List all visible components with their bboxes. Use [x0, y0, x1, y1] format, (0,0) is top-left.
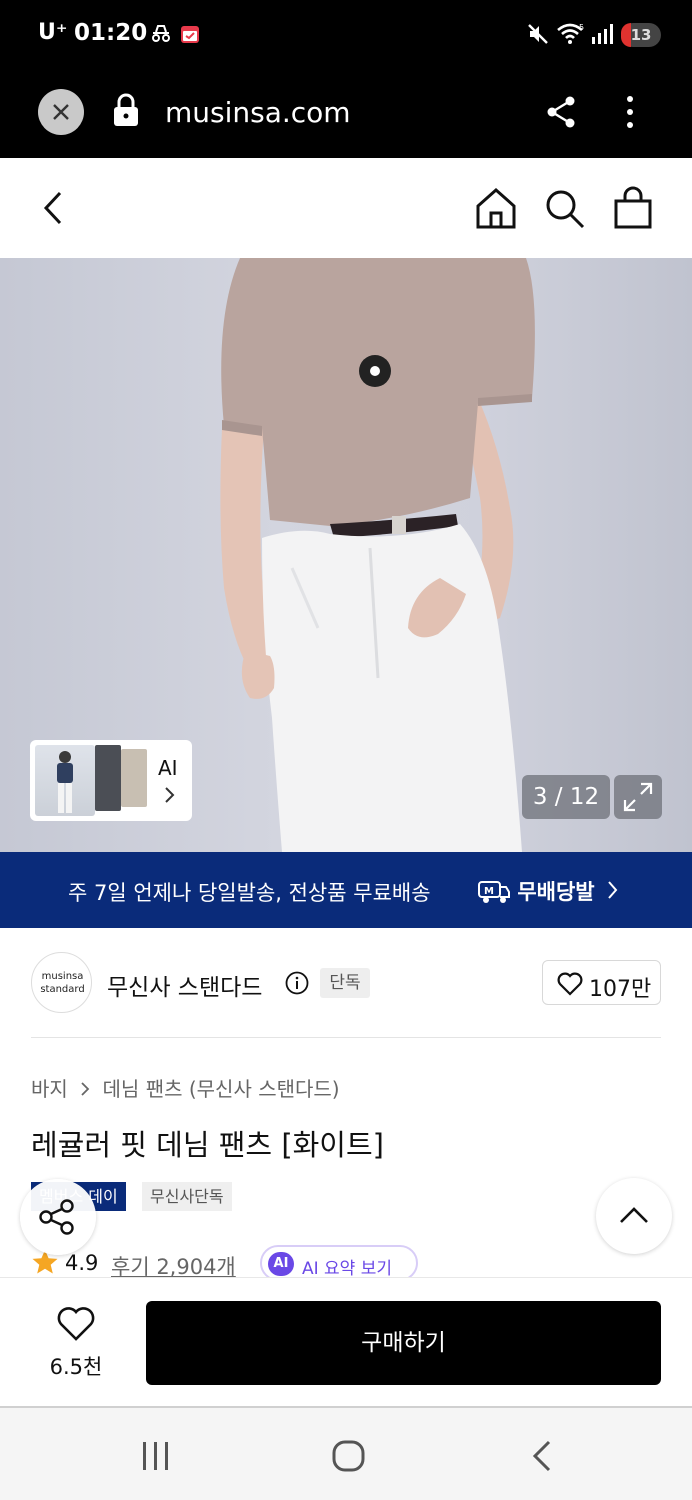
breadcrumb-item[interactable]: 바지 [31, 1077, 68, 1101]
svg-text:M: M [484, 886, 494, 897]
svg-text:5: 5 [579, 23, 584, 32]
scroll-to-top-button[interactable] [596, 1178, 672, 1254]
styling-thumbnail [121, 749, 147, 807]
ai-summary-label: AI 요약 보기 [302, 1259, 393, 1279]
search-icon[interactable] [544, 188, 586, 234]
delivery-banner[interactable]: 주 7일 언제나 당일발송, 전상품 무료배송 M 무배당발 [0, 852, 692, 928]
brand-logo[interactable]: musinsa standard [31, 952, 92, 1013]
app-header [0, 158, 692, 258]
ai-label: AI [158, 756, 178, 780]
banner-logo: M 무배당발 [478, 876, 595, 906]
browser-url-bar: musinsa.com [0, 70, 692, 158]
exclusive-tag: 무신사단독 [142, 1182, 232, 1211]
chevron-right-icon [80, 1077, 96, 1101]
carrier-label: U⁺ [38, 20, 68, 45]
lock-icon [112, 92, 140, 132]
styling-thumbnail [95, 745, 121, 811]
brand-logo-line2: standard [40, 984, 85, 995]
battery-level: 13 [630, 26, 652, 44]
purchase-bar: 6.5천 구매하기 [0, 1277, 692, 1406]
recent-apps-icon[interactable] [141, 1440, 171, 1476]
home-nav-icon[interactable] [332, 1440, 366, 1476]
close-icon [53, 104, 69, 120]
brand-logo-line1: musinsa [41, 971, 84, 982]
home-icon[interactable] [474, 186, 518, 234]
hotspot-marker[interactable] [359, 355, 391, 387]
truck-icon: M [478, 881, 510, 903]
info-icon[interactable] [285, 971, 309, 999]
rating-row: 4.9 후기 2,904개 AI AI 요약 보기 [31, 1245, 631, 1281]
url-text[interactable]: musinsa.com [165, 96, 351, 129]
share-icon[interactable] [545, 95, 577, 133]
more-options-icon[interactable] [620, 95, 640, 133]
breadcrumb-item[interactable]: 데님 팬츠 (무신사 스탠다드) [103, 1077, 340, 1101]
ai-styling-card[interactable]: AI [30, 740, 192, 821]
battery-indicator: 13 [621, 23, 661, 47]
mute-icon [526, 22, 550, 50]
ai-summary-button[interactable]: AI AI 요약 보기 [260, 1245, 418, 1281]
expand-icon [623, 782, 653, 812]
wifi-icon: 5 [556, 22, 586, 50]
shopping-bag-icon[interactable] [612, 186, 654, 234]
close-tab-button[interactable] [38, 89, 84, 135]
product-title: 레귤러 핏 데님 팬츠 [화이트] [31, 1128, 384, 1162]
share-fab-button[interactable] [20, 1179, 96, 1255]
chevron-right-icon [163, 786, 175, 808]
brand-like-button[interactable]: 107만 [542, 960, 661, 1005]
brand-like-count: 107만 [589, 977, 652, 1002]
brand-name[interactable]: 무신사 스탠다드 [107, 968, 262, 1002]
back-nav-icon[interactable] [530, 1440, 554, 1476]
product-image-gallery[interactable]: AI 3 / 12 [0, 258, 692, 852]
chevron-up-icon [620, 1207, 648, 1223]
chevron-right-icon [606, 880, 618, 904]
back-icon[interactable] [38, 190, 70, 230]
divider [31, 1037, 661, 1038]
share-icon [39, 1199, 74, 1235]
styling-thumbnail [35, 745, 95, 816]
image-counter: 3 / 12 [522, 775, 610, 819]
banner-text: 주 7일 언제나 당일발송, 전상품 무료배송 [68, 881, 431, 905]
calendar-icon [180, 24, 200, 48]
ai-badge-icon: AI [268, 1252, 294, 1276]
banner-logo-text: 무배당발 [517, 880, 595, 904]
buy-button[interactable]: 구매하기 [146, 1301, 661, 1385]
android-nav-bar [0, 1406, 692, 1500]
clock: 01:20 [74, 20, 148, 46]
status-bar: U⁺ 01:20 5 13 [0, 0, 692, 70]
incognito-icon [150, 24, 172, 48]
fullscreen-button[interactable] [614, 775, 662, 819]
signal-icon [590, 22, 614, 50]
breadcrumb: 바지 데님 팬츠 (무신사 스탠다드) [31, 1073, 340, 1102]
wishlist-heart-icon[interactable] [56, 1306, 96, 1346]
exclusive-badge: 단독 [320, 968, 370, 998]
heart-icon [557, 972, 583, 1000]
wishlist-count: 6.5천 [49, 1355, 103, 1379]
